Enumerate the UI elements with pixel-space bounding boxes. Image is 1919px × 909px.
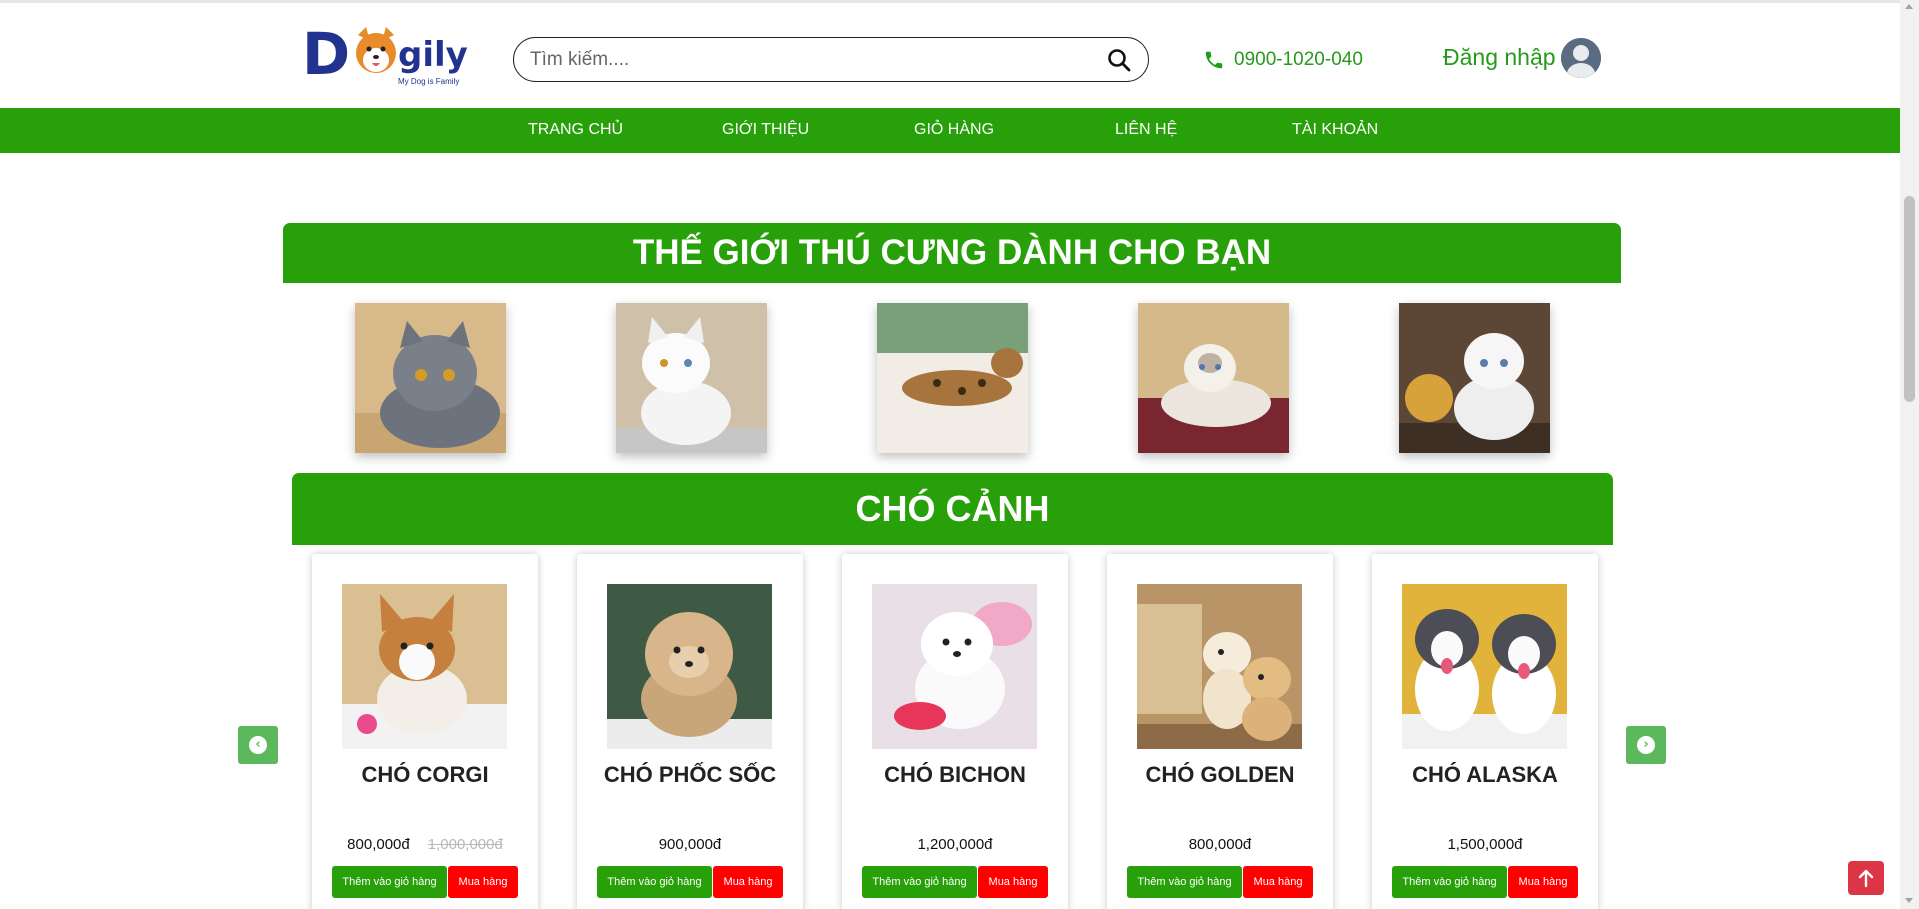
add-to-cart-button[interactable]: Thêm vào giỏ hàng — [862, 866, 977, 898]
product-card[interactable]: CHÓ ALASKA 1,500,000đ Thêm vào giỏ hàng … — [1372, 554, 1598, 909]
gray-cat-photo-icon — [355, 303, 506, 453]
product-name[interactable]: CHÓ BICHON — [842, 762, 1068, 788]
buy-now-button[interactable]: Mua hàng — [448, 866, 518, 898]
corgi-photo-icon — [342, 584, 507, 749]
pet-thumb-ragdoll-cat[interactable] — [1138, 303, 1289, 453]
alaska-malamute-photo-icon — [1402, 584, 1567, 749]
shiba-dog-logo-icon — [356, 27, 396, 73]
product-price: 1,200,000đ — [917, 836, 993, 853]
product-name[interactable]: CHÓ CORGI — [312, 762, 538, 788]
add-to-cart-button[interactable]: Thêm vào giỏ hàng — [597, 866, 712, 898]
product-old-price: 1,000,000đ — [427, 836, 503, 853]
nav-item-cart[interactable]: GIỎ HÀNG — [914, 121, 994, 139]
carousel-prev-button[interactable]: ‹ — [238, 726, 278, 764]
bengal-cat-photo-icon — [877, 303, 1028, 453]
add-to-cart-button[interactable]: Thêm vào giỏ hàng — [332, 866, 447, 898]
product-image[interactable] — [1137, 584, 1302, 749]
search-icon[interactable] — [1106, 47, 1132, 73]
site-logo[interactable]: D gily My Dog is Family — [302, 20, 468, 89]
site-header: D gily My Dog is Family 0900-1020-040 Đă… — [0, 3, 1900, 107]
add-to-cart-button[interactable]: Thêm vào giỏ hàng — [1127, 866, 1242, 898]
search-box — [513, 37, 1149, 82]
bichon-photo-icon — [872, 584, 1037, 749]
chevron-left-icon: ‹ — [249, 736, 267, 754]
product-price: 800,000đ — [347, 836, 410, 853]
product-image[interactable] — [872, 584, 1037, 749]
logo-letter-d: D — [302, 20, 350, 88]
product-price-row: 800,000đ 1,000,000đ — [312, 836, 538, 853]
buy-now-button[interactable]: Mua hàng — [1243, 866, 1313, 898]
product-card[interactable]: CHÓ CORGI 800,000đ 1,000,000đ Thêm vào gi… — [312, 554, 538, 909]
main-nav: TRANG CHỦ GIỚI THIỆU GIỎ HÀNG LIÊN HỆ TÀ… — [0, 108, 1900, 153]
buy-now-button[interactable]: Mua hàng — [713, 866, 783, 898]
carousel-next-button[interactable]: › — [1626, 726, 1666, 764]
phone-icon — [1205, 51, 1223, 69]
pet-thumb-persian-cat[interactable] — [1399, 303, 1550, 453]
product-price-row: 1,200,000đ — [842, 836, 1068, 853]
product-card[interactable]: CHÓ GOLDEN 800,000đ Thêm vào giỏ hàng Mu… — [1107, 554, 1333, 909]
golden-retriever-photo-icon — [1137, 584, 1302, 749]
product-price: 800,000đ — [1188, 836, 1252, 853]
white-cat-photo-icon — [616, 303, 767, 453]
back-to-top-button[interactable] — [1848, 861, 1884, 895]
nav-item-about[interactable]: GIỚI THIỆU — [722, 121, 809, 139]
buy-now-button[interactable]: Mua hàng — [978, 866, 1048, 898]
user-avatar-icon — [1561, 38, 1601, 78]
pet-thumb-white-cat[interactable] — [616, 303, 767, 453]
pomeranian-photo-icon — [607, 584, 772, 749]
product-image[interactable] — [1402, 584, 1567, 749]
product-name[interactable]: CHÓ GOLDEN — [1107, 762, 1333, 788]
product-image[interactable] — [342, 584, 507, 749]
scrollbar-thumb[interactable] — [1904, 196, 1915, 402]
product-price-row: 900,000đ — [577, 836, 803, 853]
product-card[interactable]: CHÓ PHỐC SỐC 900,000đ Thêm vào giỏ hàng … — [577, 554, 803, 909]
scroll-down-arrow-icon[interactable] — [1905, 898, 1913, 903]
buy-now-button[interactable]: Mua hàng — [1508, 866, 1578, 898]
nav-item-account[interactable]: TÀI KHOẢN — [1292, 121, 1378, 139]
logo-text-gily: gily — [398, 35, 468, 75]
product-price: 900,000đ — [658, 836, 722, 853]
ragdoll-cat-photo-icon — [1138, 303, 1289, 453]
page-scrollbar[interactable] — [1900, 0, 1919, 909]
login-link[interactable]: Đăng nhập — [1443, 44, 1556, 71]
product-name[interactable]: CHÓ ALASKA — [1372, 762, 1598, 788]
product-image[interactable] — [607, 584, 772, 749]
product-price-row: 1,500,000đ — [1372, 836, 1598, 853]
product-card[interactable]: CHÓ BICHON 1,200,000đ Thêm vào giỏ hàng … — [842, 554, 1068, 909]
nav-item-contact[interactable]: LIÊN HỆ — [1115, 121, 1177, 139]
pet-thumb-gray-cat[interactable] — [355, 303, 506, 453]
product-name[interactable]: CHÓ PHỐC SỐC — [577, 762, 803, 788]
phone-number: 0900-1020-040 — [1234, 49, 1363, 70]
nav-item-home[interactable]: TRANG CHỦ — [528, 121, 623, 139]
dogs-section-title: CHÓ CẢNH — [292, 473, 1613, 545]
logo-tagline: My Dog is Family — [398, 77, 460, 86]
pets-section-title: THẾ GIỚI THÚ CƯNG DÀNH CHO BẠN — [283, 223, 1621, 283]
search-input[interactable] — [530, 47, 1090, 73]
arrow-up-icon — [1858, 869, 1874, 888]
avatar[interactable] — [1561, 38, 1601, 78]
phone-contact[interactable]: 0900-1020-040 — [1203, 47, 1363, 73]
product-price: 1,500,000đ — [1447, 836, 1523, 853]
chevron-right-icon: › — [1637, 736, 1655, 754]
scroll-up-arrow-icon[interactable] — [1905, 4, 1913, 9]
product-price-row: 800,000đ — [1107, 836, 1333, 853]
add-to-cart-button[interactable]: Thêm vào giỏ hàng — [1392, 866, 1507, 898]
pet-thumb-bengal-cat[interactable] — [877, 303, 1028, 453]
persian-cat-photo-icon — [1399, 303, 1550, 453]
